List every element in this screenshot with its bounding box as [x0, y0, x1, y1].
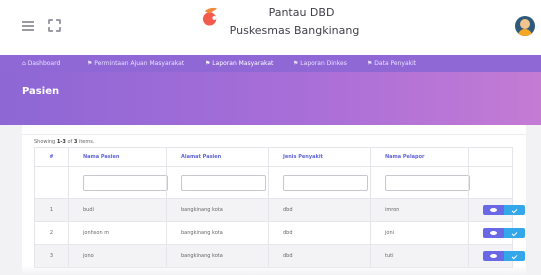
eye-icon — [490, 254, 497, 258]
nav-label: Dashboard — [27, 60, 61, 67]
filter-nama-pelapor-input[interactable] — [385, 174, 470, 191]
view-button[interactable] — [483, 205, 504, 215]
cell-actions — [468, 221, 525, 245]
cell-alamat-pasien: bangkinang kota — [166, 221, 269, 245]
eye-icon — [490, 208, 497, 212]
cell-jenis-penyakit: dbd — [268, 198, 371, 222]
nav-item-permintaan-ajuan[interactable]: ⚑ Permintaan Ajuan Masyarakat — [87, 55, 184, 72]
main-navigation: ⌂ Dashboard ⚑ Permintaan Ajuan Masyaraka… — [0, 55, 541, 72]
row-number: 2 — [34, 221, 69, 245]
filter-jenis-penyakit-input[interactable] — [283, 174, 368, 191]
table-header-row: # Nama Pasien Alamat Pasien Jenis Penyak… — [34, 147, 513, 167]
nav-label: Permintaan Ajuan Masyarakat — [94, 60, 185, 67]
filter-cell — [468, 166, 513, 199]
column-actions — [468, 147, 513, 167]
nav-item-dashboard[interactable]: ⌂ Dashboard — [22, 55, 60, 72]
brand: Pantau DBD Puskesmas Bangkinang — [202, 4, 377, 50]
filter-cell — [268, 166, 371, 199]
confirm-button[interactable] — [504, 205, 525, 215]
cell-nama-pelapor: imron — [370, 198, 469, 222]
column-number: # — [34, 147, 69, 167]
cell-actions — [468, 198, 525, 222]
fullscreen-icon[interactable] — [48, 19, 61, 32]
cell-nama-pasien: budi — [68, 198, 167, 222]
filter-cell — [34, 166, 69, 199]
hamburger-menu-icon[interactable] — [22, 21, 34, 31]
cell-jenis-penyakit: dbd — [268, 221, 371, 245]
filter-alamat-pasien-input[interactable] — [181, 174, 266, 191]
summary-text: Showing — [34, 139, 57, 145]
filter-nama-pasien-input[interactable] — [83, 174, 168, 191]
confirm-button[interactable] — [504, 228, 525, 238]
eye-icon — [490, 231, 497, 235]
check-icon — [511, 230, 518, 236]
table-summary: Showing 1-3 of 3 items. — [34, 139, 94, 145]
column-nama-pelapor[interactable]: Nama Pelapor — [370, 147, 469, 167]
summary-text: items. — [77, 139, 95, 145]
patient-table: # Nama Pasien Alamat Pasien Jenis Penyak… — [34, 147, 525, 268]
check-icon — [511, 207, 518, 213]
cell-alamat-pasien: bangkinang kota — [166, 198, 269, 222]
row-number: 1 — [34, 198, 69, 222]
nav-item-laporan-dinkes[interactable]: ⚑ Laporan Dinkes — [293, 55, 347, 72]
top-header: Pantau DBD Puskesmas Bangkinang — [0, 0, 541, 55]
card-header — [22, 125, 526, 135]
filter-cell — [370, 166, 470, 199]
page-title: Pasien — [22, 86, 60, 97]
nav-label: Data Penyakit — [374, 60, 417, 67]
filter-row — [34, 166, 513, 199]
user-avatar[interactable] — [515, 16, 535, 36]
row-actions — [483, 205, 525, 215]
row-actions — [483, 251, 525, 261]
nav-label: Laporan Dinkes — [300, 60, 347, 67]
check-icon — [511, 253, 518, 259]
cell-nama-pelapor: joni — [370, 221, 469, 245]
filter-cell — [166, 166, 269, 199]
column-nama-pasien[interactable]: Nama Pasien — [68, 147, 167, 167]
column-jenis-penyakit[interactable]: Jenis Penyakit — [268, 147, 371, 167]
table-row: 1 budi bangkinang kota dbd imron — [34, 198, 525, 222]
view-button[interactable] — [483, 251, 504, 261]
cell-nama-pasien: jonhson m — [68, 221, 167, 245]
bottom-fade — [0, 265, 541, 275]
summary-text: of — [65, 139, 74, 145]
app-subtitle: Puskesmas Bangkinang — [229, 24, 360, 37]
table-row: 2 jonhson m bangkinang kota dbd joni — [34, 221, 525, 245]
row-actions — [483, 228, 525, 238]
nav-item-laporan-masyarakat[interactable]: ⚑ Laporan Masyarakat — [205, 55, 273, 72]
column-alamat-pasien[interactable]: Alamat Pasien — [166, 147, 269, 167]
page-header-banner — [0, 72, 541, 125]
app-title: Pantau DBD — [268, 6, 335, 19]
patient-table-card: Showing 1-3 of 3 items. # Nama Pasien Al… — [22, 125, 526, 275]
filter-cell — [68, 166, 168, 199]
view-button[interactable] — [483, 228, 504, 238]
nav-label: Laporan Masyarakat — [212, 60, 274, 67]
nav-item-data-penyakit[interactable]: ⚑ Data Penyakit — [367, 55, 416, 72]
summary-range: 1-3 — [56, 139, 66, 145]
confirm-button[interactable] — [504, 251, 525, 261]
